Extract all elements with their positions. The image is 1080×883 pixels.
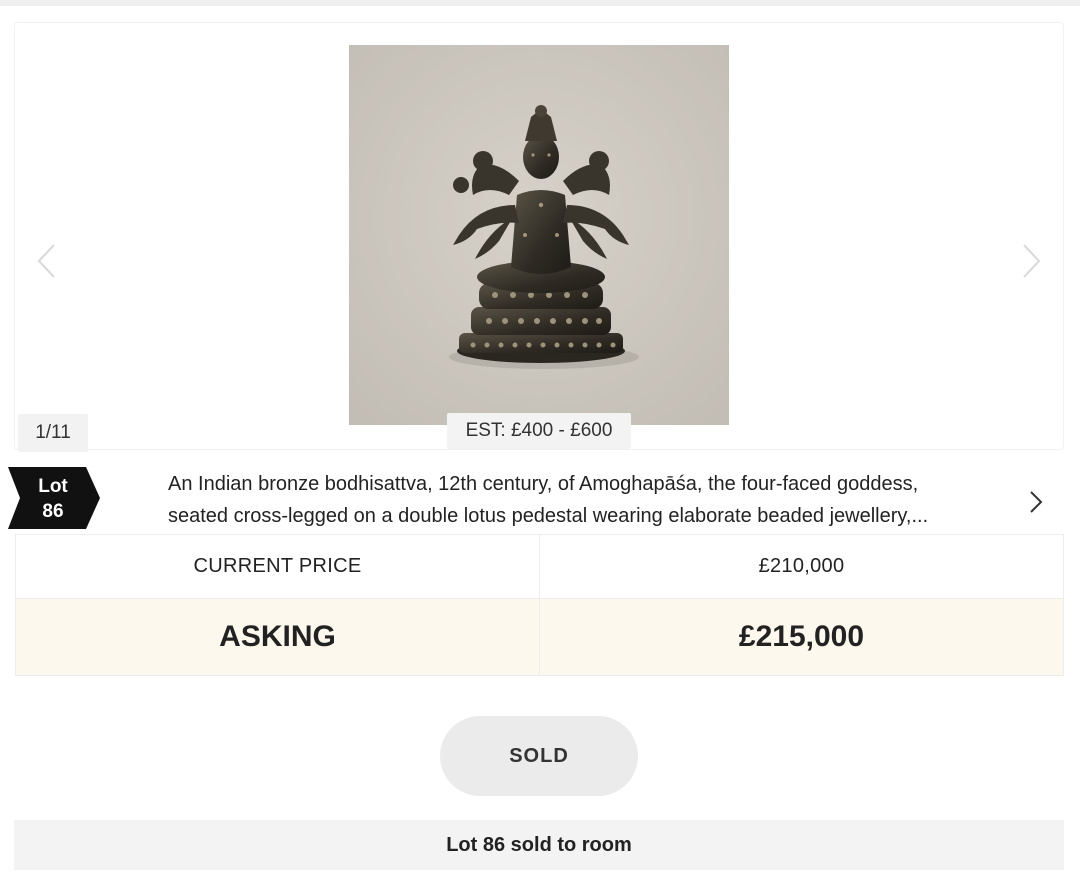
chevron-left-icon <box>37 244 55 278</box>
chevron-right-icon <box>1030 491 1043 513</box>
asking-price-row: ASKING £215,000 <box>16 599 1063 675</box>
lot-label: Lot <box>38 476 68 497</box>
lot-number-badge: Lot 86 <box>8 467 100 529</box>
current-price-value: £210,000 <box>539 535 1063 598</box>
bodhisattva-statue-image <box>349 45 729 425</box>
lot-label-group: Lot 86 <box>22 474 84 524</box>
current-price-row: CURRENT PRICE £210,000 <box>16 535 1063 599</box>
image-counter: 1/11 <box>18 414 88 452</box>
lot-photo[interactable] <box>349 45 729 425</box>
prev-image-button[interactable] <box>27 241 67 281</box>
lot-description[interactable]: An Indian bronze bodhisattva, 12th centu… <box>168 468 1008 532</box>
sale-status-message: Lot 86 sold to room <box>14 820 1064 870</box>
description-line-2: seated cross-legged on a double lotus pe… <box>168 505 929 527</box>
image-gallery <box>14 22 1064 450</box>
lot-number: 86 <box>42 501 64 522</box>
lot-details-button[interactable] <box>1022 484 1050 520</box>
asking-label: ASKING <box>219 620 336 653</box>
estimate-badge: EST: £400 - £600 <box>447 413 631 449</box>
current-price-label: CURRENT PRICE <box>193 555 362 577</box>
next-image-button[interactable] <box>1011 241 1051 281</box>
top-divider <box>0 0 1080 6</box>
price-table: CURRENT PRICE £210,000 ASKING £215,000 <box>15 534 1064 676</box>
description-line-1: An Indian bronze bodhisattva, 12th centu… <box>168 473 919 495</box>
sold-button[interactable]: SOLD <box>440 716 638 796</box>
chevron-right-icon <box>1023 244 1041 278</box>
asking-value: £215,000 <box>539 599 1063 675</box>
